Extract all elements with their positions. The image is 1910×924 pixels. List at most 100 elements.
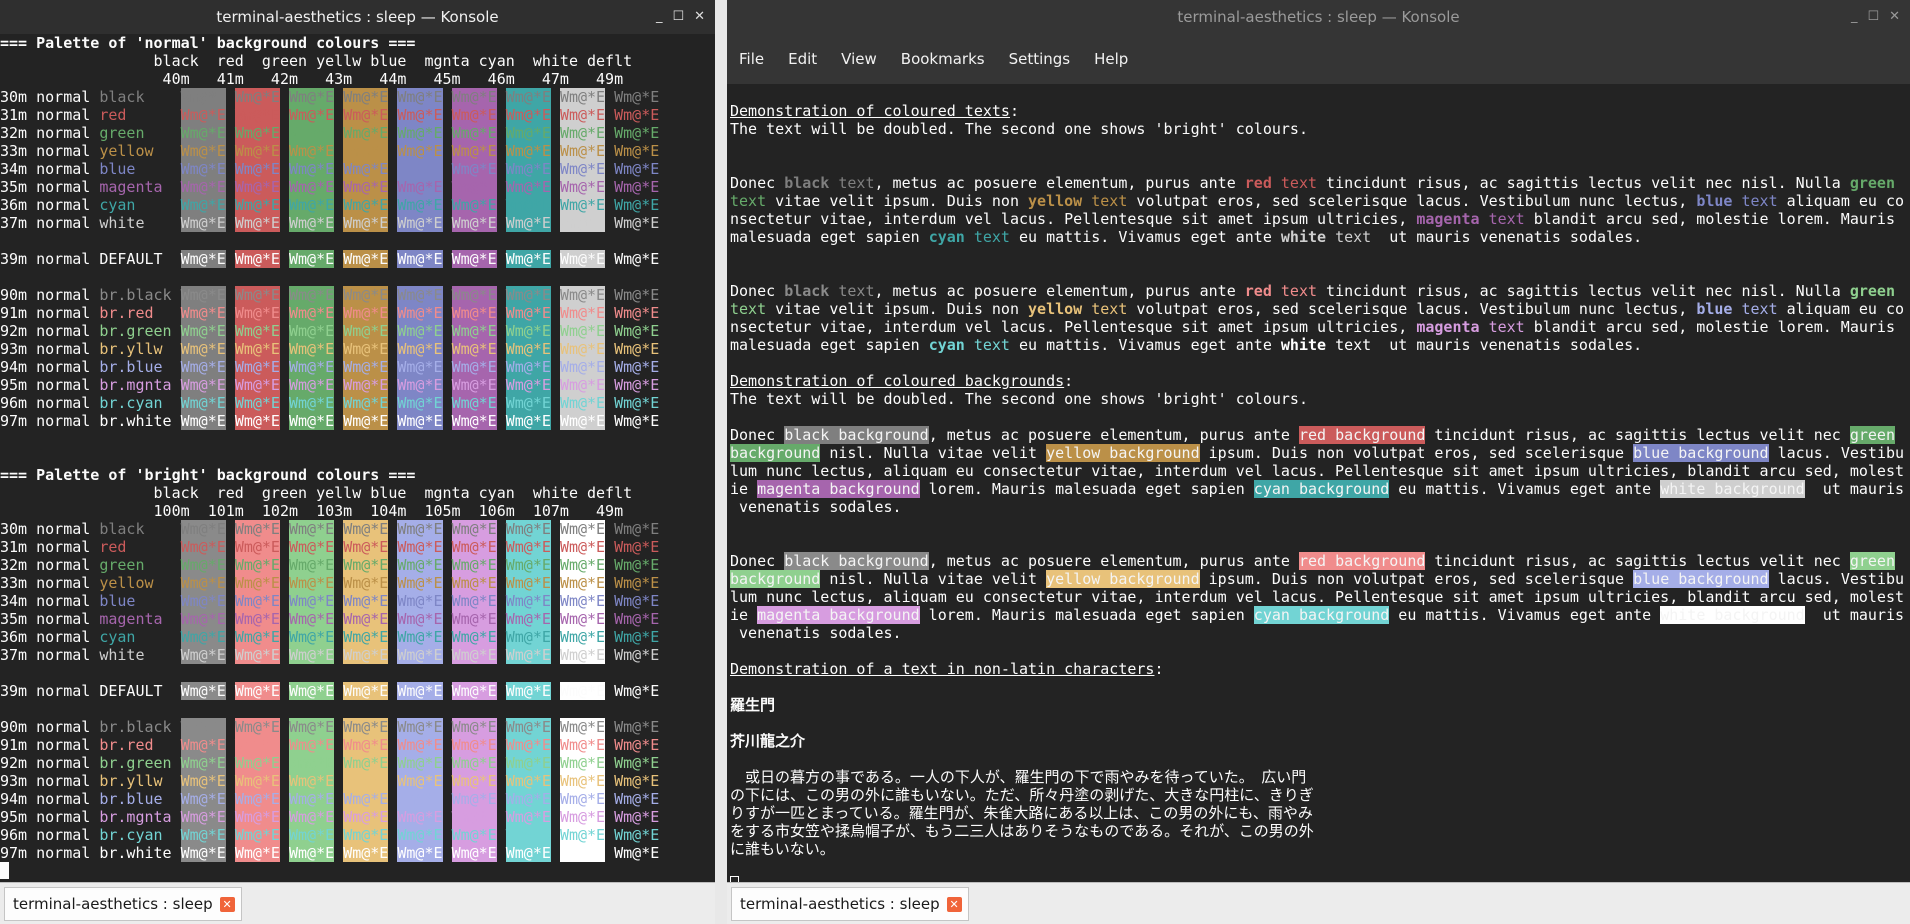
- palette-sample: Wm@*E: [289, 106, 335, 124]
- palette-gap: [226, 844, 235, 862]
- palette-gap: [605, 628, 614, 646]
- palette-sample: Wm@*E: [505, 844, 551, 862]
- palette-sample: Wm@*E: [614, 718, 660, 736]
- palette-sample: Wm@*E: [505, 574, 551, 592]
- palette-sample: Wm@*E: [180, 592, 226, 610]
- menu-edit[interactable]: Edit: [788, 50, 817, 68]
- palette-pad: [135, 592, 180, 610]
- palette-sample: Wm@*E: [180, 286, 226, 304]
- right-maximize-button[interactable]: ☐: [1867, 0, 1879, 34]
- plain-text: nisl. Nulla vitae velit: [820, 570, 1047, 588]
- plain-text: eu mattis. Vivamus eget ante: [1389, 606, 1661, 624]
- window-gap: [715, 0, 727, 924]
- palette-sample: Wm@*E: [505, 790, 551, 808]
- terminal-line: Demonstration of a text in non-latin cha…: [730, 660, 1910, 678]
- palette-fg-label: red: [99, 106, 127, 124]
- plain-text: malesuada eget sapien: [730, 228, 929, 246]
- palette-gap: [443, 754, 452, 772]
- plain-text: ipsum. Duis non volutpat eros, sed scele…: [1199, 570, 1634, 588]
- right-minimize-button[interactable]: _: [1851, 0, 1858, 34]
- palette-gap: [280, 754, 289, 772]
- close-tab-icon[interactable]: ✕: [946, 897, 962, 912]
- palette-sample: Wm@*E: [505, 358, 551, 376]
- palette-sample: Wm@*E: [343, 214, 389, 232]
- plain-text: blandit arcu sed, molestie lorem. Mauris: [1524, 210, 1895, 228]
- palette-sample: Wm@*E: [505, 592, 551, 610]
- terminal-line: nsectetur vitae, interdum vel lacus. Pel…: [730, 318, 1910, 336]
- left-maximize-button[interactable]: ☐: [672, 0, 684, 34]
- palette-sample: Wm@*E: [343, 250, 389, 268]
- palette-sample: Wm@*E: [559, 322, 606, 340]
- coloured-word: yellow text: [1028, 192, 1127, 210]
- palette-sample: Wm@*E: [180, 556, 226, 574]
- palette-gap: [551, 358, 560, 376]
- palette-sample: Wm@*E: [180, 682, 226, 700]
- menu-bookmarks[interactable]: Bookmarks: [901, 50, 985, 68]
- palette-pad: [163, 178, 181, 196]
- palette-sample: Wm@*E: [234, 196, 280, 214]
- terminal-line: lum nunc lectus, aliquam eu consectetur …: [730, 462, 1910, 480]
- palette-gap: [551, 790, 560, 808]
- palette-code: 90m normal: [0, 718, 100, 736]
- right-close-button[interactable]: ✕: [1889, 0, 1900, 34]
- palette-sample: Wm@*E: [451, 250, 497, 268]
- palette-sample: Wm@*E: [289, 196, 335, 214]
- palette-gap: [443, 718, 452, 736]
- palette-gap: [497, 250, 506, 268]
- close-tab-icon[interactable]: ✕: [219, 897, 235, 912]
- terminal-line: 90m normal br.black Wm@*E Wm@*E Wm@*E Wm…: [0, 286, 715, 304]
- plain-text: The text will be doubled. The second one…: [730, 390, 1308, 408]
- palette-sample: Wm@*E: [451, 286, 497, 304]
- terminal-line: black red green yellw blue mgnta cyan wh…: [0, 484, 633, 502]
- palette-gap: [497, 106, 506, 124]
- palette-sample: Wm@*E: [451, 610, 497, 628]
- terminal-line: 羅生門: [730, 696, 1910, 714]
- palette-gap: [497, 358, 506, 376]
- coloured-text: text: [1488, 210, 1525, 228]
- terminal-line: 30m normal black Wm@*E Wm@*E Wm@*E Wm@*E…: [0, 88, 715, 106]
- terminal-line: lum nunc lectus, aliquam eu consectetur …: [730, 588, 1910, 606]
- palette-gap: [280, 682, 289, 700]
- palette-code: 35m normal: [0, 178, 100, 196]
- left-close-button[interactable]: ✕: [694, 0, 705, 34]
- palette-gap: [280, 304, 289, 322]
- palette-gap: [497, 178, 506, 196]
- palette-pad: [163, 340, 181, 358]
- left-terminal-output[interactable]: === Palette of 'normal' background colou…: [0, 34, 715, 882]
- palette-sample: Wm@*E: [234, 304, 280, 322]
- palette-gap: [605, 196, 614, 214]
- left-title-bar[interactable]: terminal-aesthetics : sleep — Konsole _ …: [0, 0, 715, 34]
- menu-help[interactable]: Help: [1094, 50, 1128, 68]
- palette-sample: Wm@*E: [559, 808, 606, 826]
- right-konsole-window: terminal-aesthetics : sleep — Konsole _ …: [727, 0, 1910, 924]
- palette-pad: [172, 844, 181, 862]
- palette-gap: [280, 178, 289, 196]
- terminal-line: 96m normal br.cyan Wm@*E Wm@*E Wm@*E Wm@…: [0, 826, 715, 844]
- menu-file[interactable]: File: [739, 50, 764, 68]
- left-session-tab[interactable]: terminal-aesthetics : sleep ✕: [4, 887, 242, 921]
- plain-text: lum nunc lectus, aliquam eu consectetur …: [730, 462, 1904, 480]
- palette-gap: [605, 574, 614, 592]
- palette-gap: [443, 412, 452, 430]
- palette-code: 32m normal: [0, 124, 100, 142]
- palette-sample: Wm@*E: [614, 394, 660, 412]
- palette-gap: [334, 304, 343, 322]
- palette-sample: Wm@*E: [559, 718, 606, 736]
- right-title-bar[interactable]: terminal-aesthetics : sleep — Konsole _ …: [727, 0, 1910, 34]
- right-session-tab[interactable]: terminal-aesthetics : sleep ✕: [731, 887, 969, 921]
- menu-bar: File Edit View Bookmarks Settings Help: [727, 34, 1910, 84]
- palette-sample: Wm@*E: [505, 304, 551, 322]
- plain-text: eu mattis. Vivamus eget ante: [1009, 228, 1281, 246]
- terminal-line: ie magenta background lorem. Mauris male…: [730, 606, 1910, 624]
- menu-view[interactable]: View: [841, 50, 877, 68]
- palette-gap: [334, 844, 343, 862]
- palette-sample: Wm@*E: [289, 574, 335, 592]
- right-terminal-output[interactable]: Demonstration of coloured texts: The text…: [727, 84, 1910, 882]
- palette-gap: [551, 394, 560, 412]
- menu-settings[interactable]: Settings: [1009, 50, 1071, 68]
- palette-sample: Wm@*E: [180, 520, 226, 538]
- palette-gap: [551, 592, 560, 610]
- left-minimize-button[interactable]: _: [656, 0, 663, 34]
- plain-text: volutpat eros, sed scelerisque lacus. Ve…: [1127, 300, 1697, 318]
